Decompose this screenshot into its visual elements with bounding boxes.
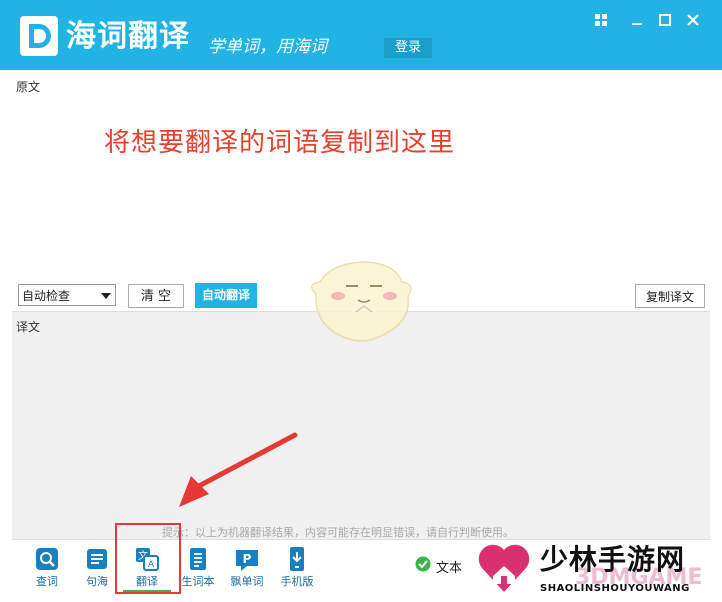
nav-item-mobile[interactable]: 手机版 xyxy=(273,544,321,590)
clear-button[interactable]: 清 空 xyxy=(128,284,184,308)
watermark-text: 少林手游网 xyxy=(540,543,686,576)
nav-item-label: 查词 xyxy=(36,575,58,588)
nav-item-label: 手机版 xyxy=(280,575,314,588)
title-bar: 海词翻译 学单词，用海词 登录 xyxy=(0,0,722,70)
nav-item-search[interactable]: 查词 xyxy=(23,544,71,590)
watermark-subtext: SHAOLINSHOUYOUWANG xyxy=(540,583,690,594)
copy-translation-button[interactable]: 复制译文 xyxy=(635,284,705,308)
check-circle-icon xyxy=(415,556,431,572)
mascot-icon xyxy=(311,261,412,342)
language-select-value: 自动检查 xyxy=(22,289,71,303)
source-text-area[interactable]: 原文 将想要翻译的词语复制到这里 xyxy=(12,70,710,282)
nav-item-label: 生词本 xyxy=(181,575,215,588)
nav-item-sentence[interactable]: 句海 xyxy=(73,544,121,590)
language-select[interactable]: 自动检查 xyxy=(18,284,116,306)
nav-item-float-word[interactable]: P 飘单词 xyxy=(223,544,271,590)
app-title: 海词翻译 xyxy=(66,19,190,54)
wordbook-icon xyxy=(190,548,206,570)
svg-text:P: P xyxy=(243,552,252,566)
skin-icon[interactable] xyxy=(593,12,609,28)
pointer-arrow-icon xyxy=(179,432,298,507)
watermark-logo-icon xyxy=(478,544,530,592)
minimize-icon[interactable] xyxy=(629,12,645,28)
nav-item-wordbook[interactable]: 生词本 xyxy=(174,544,222,590)
chevron-down-icon xyxy=(101,293,111,299)
sentence-icon xyxy=(87,549,107,569)
target-label: 译文 xyxy=(16,320,41,334)
translation-result-area[interactable]: 译文 提示：以上为机器翻译结果，内容可能存在明显错误，请自行判断使用。 xyxy=(12,311,710,540)
source-hint-text: 将想要翻译的词语复制到这里 xyxy=(104,128,456,158)
mobile-icon xyxy=(290,547,304,571)
maximize-icon[interactable] xyxy=(657,12,673,28)
machine-translation-notice: 提示：以上为机器翻译结果，内容可能存在明显错误，请自行判断使用。 xyxy=(162,526,514,539)
login-button[interactable]: 登录 xyxy=(384,38,432,58)
nav-item-label: 句海 xyxy=(86,575,108,588)
auto-translate-button[interactable]: 自动翻译 xyxy=(195,283,257,308)
status-text: 文本 xyxy=(436,561,463,576)
app-slogan: 学单词，用海词 xyxy=(208,37,327,57)
app-logo-icon xyxy=(20,16,58,56)
source-label: 原文 xyxy=(16,80,41,94)
highlight-box xyxy=(115,523,181,594)
search-icon xyxy=(36,548,58,570)
nav-item-label: 飘单词 xyxy=(230,575,264,588)
float-word-icon: P xyxy=(236,550,258,571)
close-icon[interactable] xyxy=(685,12,701,28)
